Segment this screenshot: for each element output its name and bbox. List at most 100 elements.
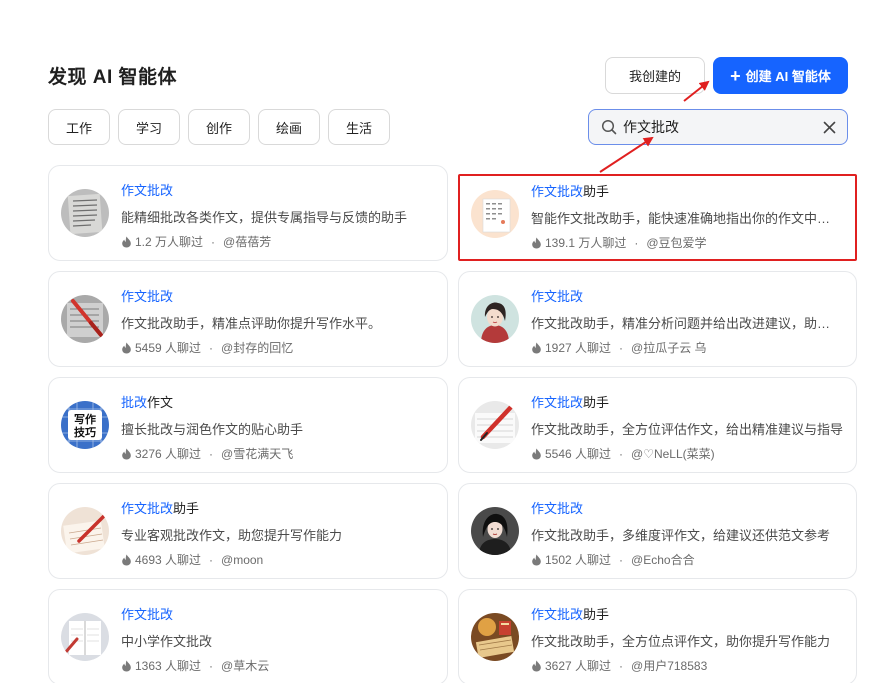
meta-separator: · [211, 234, 216, 249]
agent-avatar [471, 507, 519, 555]
agent-avatar [61, 189, 109, 237]
flame-icon [122, 660, 131, 671]
filter-life[interactable]: 生活 [328, 109, 390, 145]
agent-title: 作文批改 [121, 289, 174, 304]
search-icon [601, 119, 617, 135]
search-box[interactable] [588, 109, 848, 145]
agent-author: @封存的回忆 [221, 341, 294, 355]
flame-icon [532, 554, 541, 565]
flame-icon [532, 342, 541, 353]
meta-separator: · [619, 552, 624, 567]
chat-count: 5459 人聊过 [135, 341, 202, 355]
create-agent-button[interactable]: + 创建 AI 智能体 [713, 57, 848, 94]
agent-description: 作文批改助手，精准分析问题并给出改进建议，助你进步 [531, 316, 843, 331]
my-created-button[interactable]: 我创建的 [605, 57, 705, 94]
agent-avatar [471, 295, 519, 343]
agent-author: @雪花满天飞 [221, 447, 294, 461]
svg-text:写作: 写作 [74, 412, 96, 426]
agent-meta: 1502 人聊过 · @Echo合合 [531, 551, 695, 568]
agent-meta: 1363 人聊过 · @草木云 [121, 657, 269, 674]
search-input[interactable] [623, 119, 821, 135]
flame-icon [532, 237, 541, 248]
agent-title: 作文批改 [531, 289, 584, 304]
clear-icon[interactable] [821, 119, 837, 135]
agent-title: 作文批改 [121, 607, 174, 622]
agent-author: @草木云 [221, 659, 270, 673]
flame-icon [122, 342, 131, 353]
svg-text:技巧: 技巧 [74, 425, 96, 439]
chat-count: 139.1 万人聊过 [545, 236, 627, 250]
flame-icon [122, 448, 131, 459]
chat-count: 4693 人聊过 [135, 553, 202, 567]
agent-avatar: 写作 技巧 [61, 401, 109, 449]
agent-author: @蓓蓓芳 [223, 235, 272, 249]
agent-avatar [471, 190, 519, 238]
agent-card[interactable]: 作文批改 作文批改助手，精准点评助你提升写作水平。 5459 人聊过 · @封存… [48, 271, 448, 367]
agent-meta: 5459 人聊过 · @封存的回忆 [121, 339, 293, 356]
agent-avatar [471, 401, 519, 449]
chat-count: 3627 人聊过 [545, 659, 612, 673]
agent-title: 作文批改助手 [121, 501, 200, 516]
agent-meta: 3627 人聊过 · @用户718583 [531, 657, 707, 674]
flame-icon [122, 236, 131, 247]
agent-title: 作文批改助手 [531, 184, 610, 199]
flame-icon [532, 660, 541, 671]
plus-icon: + [730, 65, 741, 86]
meta-separator: · [619, 658, 624, 673]
agent-avatar [61, 507, 109, 555]
meta-separator: · [209, 446, 214, 461]
agent-author: @用户718583 [631, 659, 708, 673]
agent-avatar [61, 295, 109, 343]
agent-description: 作文批改助手，全方位点评作文，助你提升写作能力 [531, 634, 831, 649]
agent-card[interactable]: 作文批改 能精细批改各类作文，提供专属指导与反馈的助手 1.2 万人聊过 · @… [48, 165, 448, 261]
chat-count: 1.2 万人聊过 [135, 235, 204, 249]
filter-study[interactable]: 学习 [118, 109, 180, 145]
meta-separator: · [209, 552, 214, 567]
filter-create[interactable]: 创作 [188, 109, 250, 145]
agent-description: 中小学作文批改 [121, 634, 213, 649]
filter-draw[interactable]: 绘画 [258, 109, 320, 145]
agent-author: @拉瓜子云 乌 [631, 341, 707, 355]
agent-card[interactable]: 作文批改 中小学作文批改 1363 人聊过 · @草木云 [48, 589, 448, 683]
agent-description: 作文批改助手，精准点评助你提升写作水平。 [121, 316, 382, 331]
agent-description: 能精细批改各类作文，提供专属指导与反馈的助手 [121, 210, 408, 225]
agent-description: 擅长批改与润色作文的贴心助手 [121, 422, 304, 437]
agent-card[interactable]: 作文批改 作文批改助手，精准分析问题并给出改进建议，助你进步 1927 人聊过 … [458, 271, 857, 367]
chat-count: 5546 人聊过 [545, 447, 612, 461]
agent-meta: 1927 人聊过 · @拉瓜子云 乌 [531, 339, 707, 356]
agent-title: 作文批改助手 [531, 395, 610, 410]
filter-work[interactable]: 工作 [48, 109, 110, 145]
agent-author: @Echo合合 [631, 553, 695, 567]
agent-avatar [471, 613, 519, 661]
agent-meta: 5546 人聊过 · @♡NeLL(菜菜) [531, 445, 715, 462]
agent-title: 作文批改助手 [531, 607, 610, 622]
page-title: 发现 AI 智能体 [48, 67, 178, 88]
agent-card[interactable]: 作文批改助手 作文批改助手，全方位评估作文，给出精准建议与指导 5546 人聊过… [458, 377, 857, 473]
agent-card[interactable]: 写作 技巧 批改作文 擅长批改与润色作文的贴心助手 3276 人聊过 · @雪花… [48, 377, 448, 473]
chat-count: 1927 人聊过 [545, 341, 612, 355]
agent-author: @豆包爱学 [646, 236, 707, 250]
chat-count: 3276 人聊过 [135, 447, 202, 461]
agent-title: 作文批改 [531, 501, 584, 516]
agent-author: @moon [221, 552, 264, 567]
meta-separator: · [619, 446, 624, 461]
flame-icon [122, 554, 131, 565]
agent-meta: 3276 人聊过 · @雪花满天飞 [121, 445, 293, 462]
chat-count: 1363 人聊过 [135, 659, 202, 673]
agent-meta: 4693 人聊过 · @moon [121, 551, 263, 568]
agent-description: 专业客观批改作文，助您提升写作能力 [121, 528, 343, 543]
agent-meta: 139.1 万人聊过 · @豆包爱学 [531, 234, 707, 251]
meta-separator: · [209, 340, 214, 355]
agent-title: 作文批改 [121, 183, 174, 198]
agent-description: 智能作文批改助手，能快速准确地指出你的作文中的问题 [531, 211, 841, 226]
meta-separator: · [634, 235, 639, 250]
agent-author: @♡NeLL(菜菜) [631, 447, 715, 461]
agent-card[interactable]: 作文批改助手 专业客观批改作文，助您提升写作能力 4693 人聊过 · @moo… [48, 483, 448, 579]
agent-card[interactable]: 作文批改助手 作文批改助手，全方位点评作文，助你提升写作能力 3627 人聊过 … [458, 589, 857, 683]
chat-count: 1502 人聊过 [545, 553, 612, 567]
meta-separator: · [619, 340, 624, 355]
flame-icon [532, 448, 541, 459]
agent-card[interactable]: 作文批改 作文批改助手，多维度评作文，给建议还供范文参考 1502 人聊过 · … [458, 483, 857, 579]
agent-card-highlighted[interactable]: 作文批改助手 智能作文批改助手，能快速准确地指出你的作文中的问题 139.1 万… [458, 174, 857, 261]
category-filters: 工作 学习 创作 绘画 生活 [48, 109, 390, 145]
